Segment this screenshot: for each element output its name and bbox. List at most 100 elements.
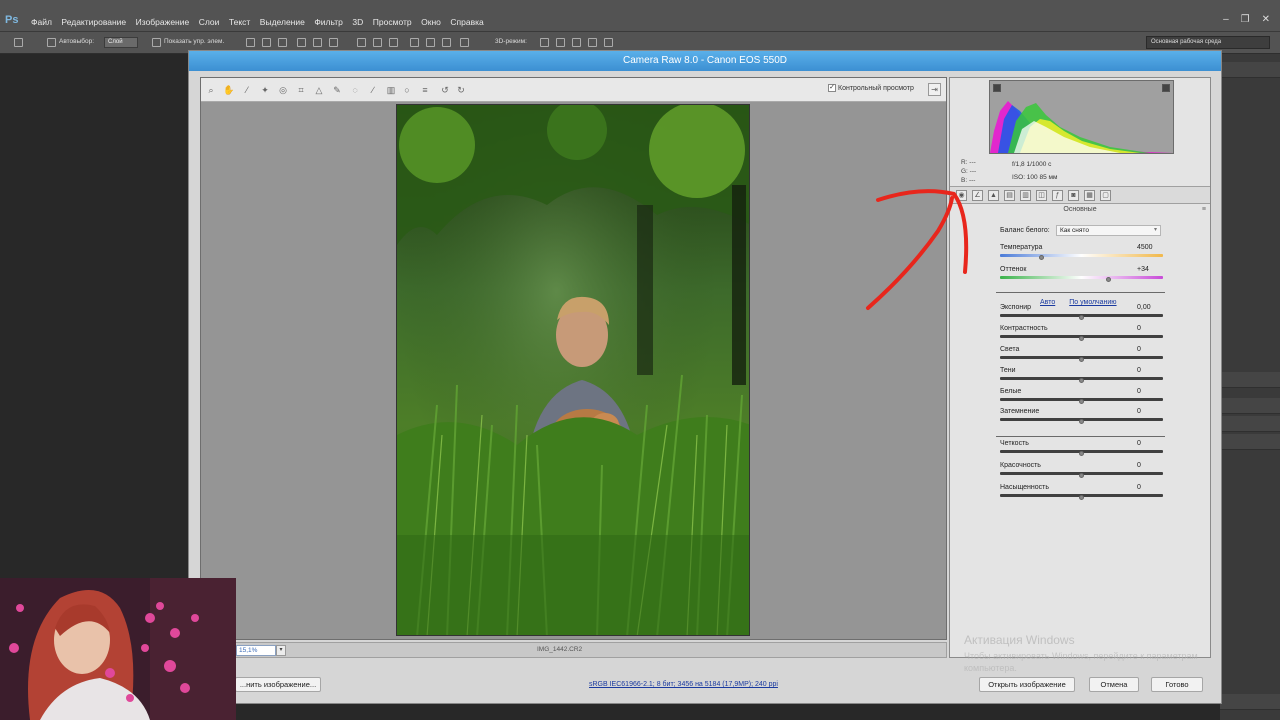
default-link[interactable]: По умолчанию: [1069, 299, 1116, 306]
hsl-tab-icon[interactable]: ▤: [1004, 190, 1015, 201]
distribute-bottom-icon[interactable]: [389, 38, 398, 47]
minimize-icon[interactable]: –: [1223, 14, 1229, 25]
slider-value[interactable]: 0: [1137, 462, 1141, 469]
white-balance-select[interactable]: Как снято ▾: [1056, 225, 1161, 236]
slider-value[interactable]: 0: [1137, 346, 1141, 353]
close-icon[interactable]: ✕: [1262, 14, 1270, 25]
radial-filter-icon[interactable]: ○: [401, 84, 413, 96]
slider-8[interactable]: Четкость 0: [1000, 440, 1163, 462]
preview-checkbox[interactable]: ✓ Контрольный просмотр: [828, 84, 914, 92]
slider-value[interactable]: 0: [1137, 325, 1141, 332]
chevron-down-icon[interactable]: ▾: [276, 645, 286, 656]
preferences-icon[interactable]: ≡: [419, 84, 431, 96]
cancel-button[interactable]: Отмена: [1089, 677, 1139, 692]
slider-knob[interactable]: [1078, 473, 1084, 478]
slider-knob[interactable]: [1078, 357, 1084, 362]
slider-knob[interactable]: [1106, 277, 1112, 282]
menu-type[interactable]: Текст: [229, 17, 250, 27]
align-center-icon[interactable]: [313, 38, 322, 47]
slider-track[interactable]: [1000, 276, 1163, 279]
menu-select[interactable]: Выделение: [260, 17, 305, 27]
slider-value[interactable]: 0: [1137, 440, 1141, 447]
align-top-icon[interactable]: [246, 38, 255, 47]
adjustment-brush-icon[interactable]: ∕: [367, 84, 379, 96]
slider-5[interactable]: Тени 0: [1000, 367, 1163, 389]
panel-menu-icon[interactable]: ≡: [1202, 206, 1206, 213]
align-right-icon[interactable]: [329, 38, 338, 47]
lens-tab-icon[interactable]: ◫: [1036, 190, 1047, 201]
menu-3d[interactable]: 3D: [352, 17, 363, 27]
crop-tool-icon[interactable]: ⌗: [295, 84, 307, 96]
menu-file[interactable]: Файл: [31, 17, 52, 27]
roll-3d-icon[interactable]: [556, 38, 565, 47]
camera-calibration-tab-icon[interactable]: ◙: [1068, 190, 1079, 201]
rotate-left-icon[interactable]: ↺: [439, 84, 451, 96]
rotate-3d-icon[interactable]: [540, 38, 549, 47]
slide-3d-icon[interactable]: [588, 38, 597, 47]
slider-value[interactable]: 0: [1137, 484, 1141, 491]
menu-view[interactable]: Просмотр: [373, 17, 412, 27]
open-image-button[interactable]: Открыть изображение: [979, 677, 1075, 692]
straighten-tool-icon[interactable]: △: [313, 84, 325, 96]
panel-row[interactable]: [1220, 398, 1280, 414]
slider-knob[interactable]: [1078, 495, 1084, 500]
workflow-options-link[interactable]: sRGB IEC61966-2.1; 8 бит; 3456 на 5184 (…: [589, 681, 778, 688]
shadow-clipping-icon[interactable]: [993, 84, 1001, 92]
color-sampler-icon[interactable]: ✦: [259, 84, 271, 96]
slider-0[interactable]: Температура 4500: [1000, 244, 1163, 266]
distribute-right-icon[interactable]: [442, 38, 451, 47]
slider-2[interactable]: Экспонир 0,00: [1000, 304, 1163, 326]
scale-3d-icon[interactable]: [604, 38, 613, 47]
effects-tab-icon[interactable]: ƒ: [1052, 190, 1063, 201]
rotate-right-icon[interactable]: ↻: [455, 84, 467, 96]
panel-row[interactable]: [1220, 694, 1280, 710]
snapshots-tab-icon[interactable]: ▢: [1100, 190, 1111, 201]
slider-knob[interactable]: [1078, 399, 1084, 404]
slider-value[interactable]: 0: [1137, 388, 1141, 395]
slider-knob[interactable]: [1078, 419, 1084, 424]
menu-filter[interactable]: Фильтр: [314, 17, 343, 27]
auto-align-icon[interactable]: [460, 38, 469, 47]
targeted-adjustment-icon[interactable]: ◎: [277, 84, 289, 96]
slider-knob[interactable]: [1078, 336, 1084, 341]
save-image-button[interactable]: ...нить изображение...: [235, 677, 321, 692]
white-balance-tool-icon[interactable]: ⁄: [241, 84, 253, 96]
menu-image[interactable]: Изображение: [136, 17, 190, 27]
split-toning-tab-icon[interactable]: ▥: [1020, 190, 1031, 201]
slider-9[interactable]: Красочность 0: [1000, 462, 1163, 484]
slider-value[interactable]: 4500: [1137, 244, 1153, 251]
show-controls-checkbox[interactable]: [152, 38, 161, 47]
slider-knob[interactable]: [1039, 255, 1045, 260]
distribute-top-icon[interactable]: [357, 38, 366, 47]
menu-edit[interactable]: Редактирование: [61, 17, 126, 27]
panel-row[interactable]: [1220, 62, 1280, 78]
distribute-center-icon[interactable]: [426, 38, 435, 47]
slider-knob[interactable]: [1078, 315, 1084, 320]
slider-4[interactable]: Света 0: [1000, 346, 1163, 368]
auto-link[interactable]: Авто: [1040, 299, 1055, 306]
zoom-level[interactable]: 15,1%: [236, 645, 276, 656]
slider-value[interactable]: 0: [1137, 408, 1141, 415]
red-eye-icon[interactable]: ◌: [349, 84, 361, 96]
spot-removal-icon[interactable]: ✎: [331, 84, 343, 96]
slider-1[interactable]: Оттенок +34: [1000, 266, 1163, 288]
menu-layers[interactable]: Слои: [199, 17, 220, 27]
menu-help[interactable]: Справка: [450, 17, 483, 27]
hand-tool-icon[interactable]: ✋: [223, 84, 235, 96]
presets-tab-icon[interactable]: ▦: [1084, 190, 1095, 201]
workspace-select[interactable]: Основная рабочая среда: [1146, 36, 1270, 49]
slider-knob[interactable]: [1078, 451, 1084, 456]
detail-tab-icon[interactable]: ▲: [988, 190, 999, 201]
slider-3[interactable]: Контрастность 0: [1000, 325, 1163, 347]
restore-icon[interactable]: ❐: [1241, 14, 1250, 25]
align-middle-icon[interactable]: [262, 38, 271, 47]
slider-value[interactable]: 0,00: [1137, 304, 1151, 311]
done-button[interactable]: Готово: [1151, 677, 1203, 692]
highlight-clipping-icon[interactable]: [1162, 84, 1170, 92]
fullscreen-icon[interactable]: ⇥: [928, 83, 941, 96]
distribute-left-icon[interactable]: [410, 38, 419, 47]
slider-knob[interactable]: [1078, 378, 1084, 383]
graduated-filter-icon[interactable]: ▥: [385, 84, 397, 96]
autoselect-checkbox[interactable]: [47, 38, 56, 47]
zoom-tool-icon[interactable]: ⌕: [205, 84, 217, 96]
